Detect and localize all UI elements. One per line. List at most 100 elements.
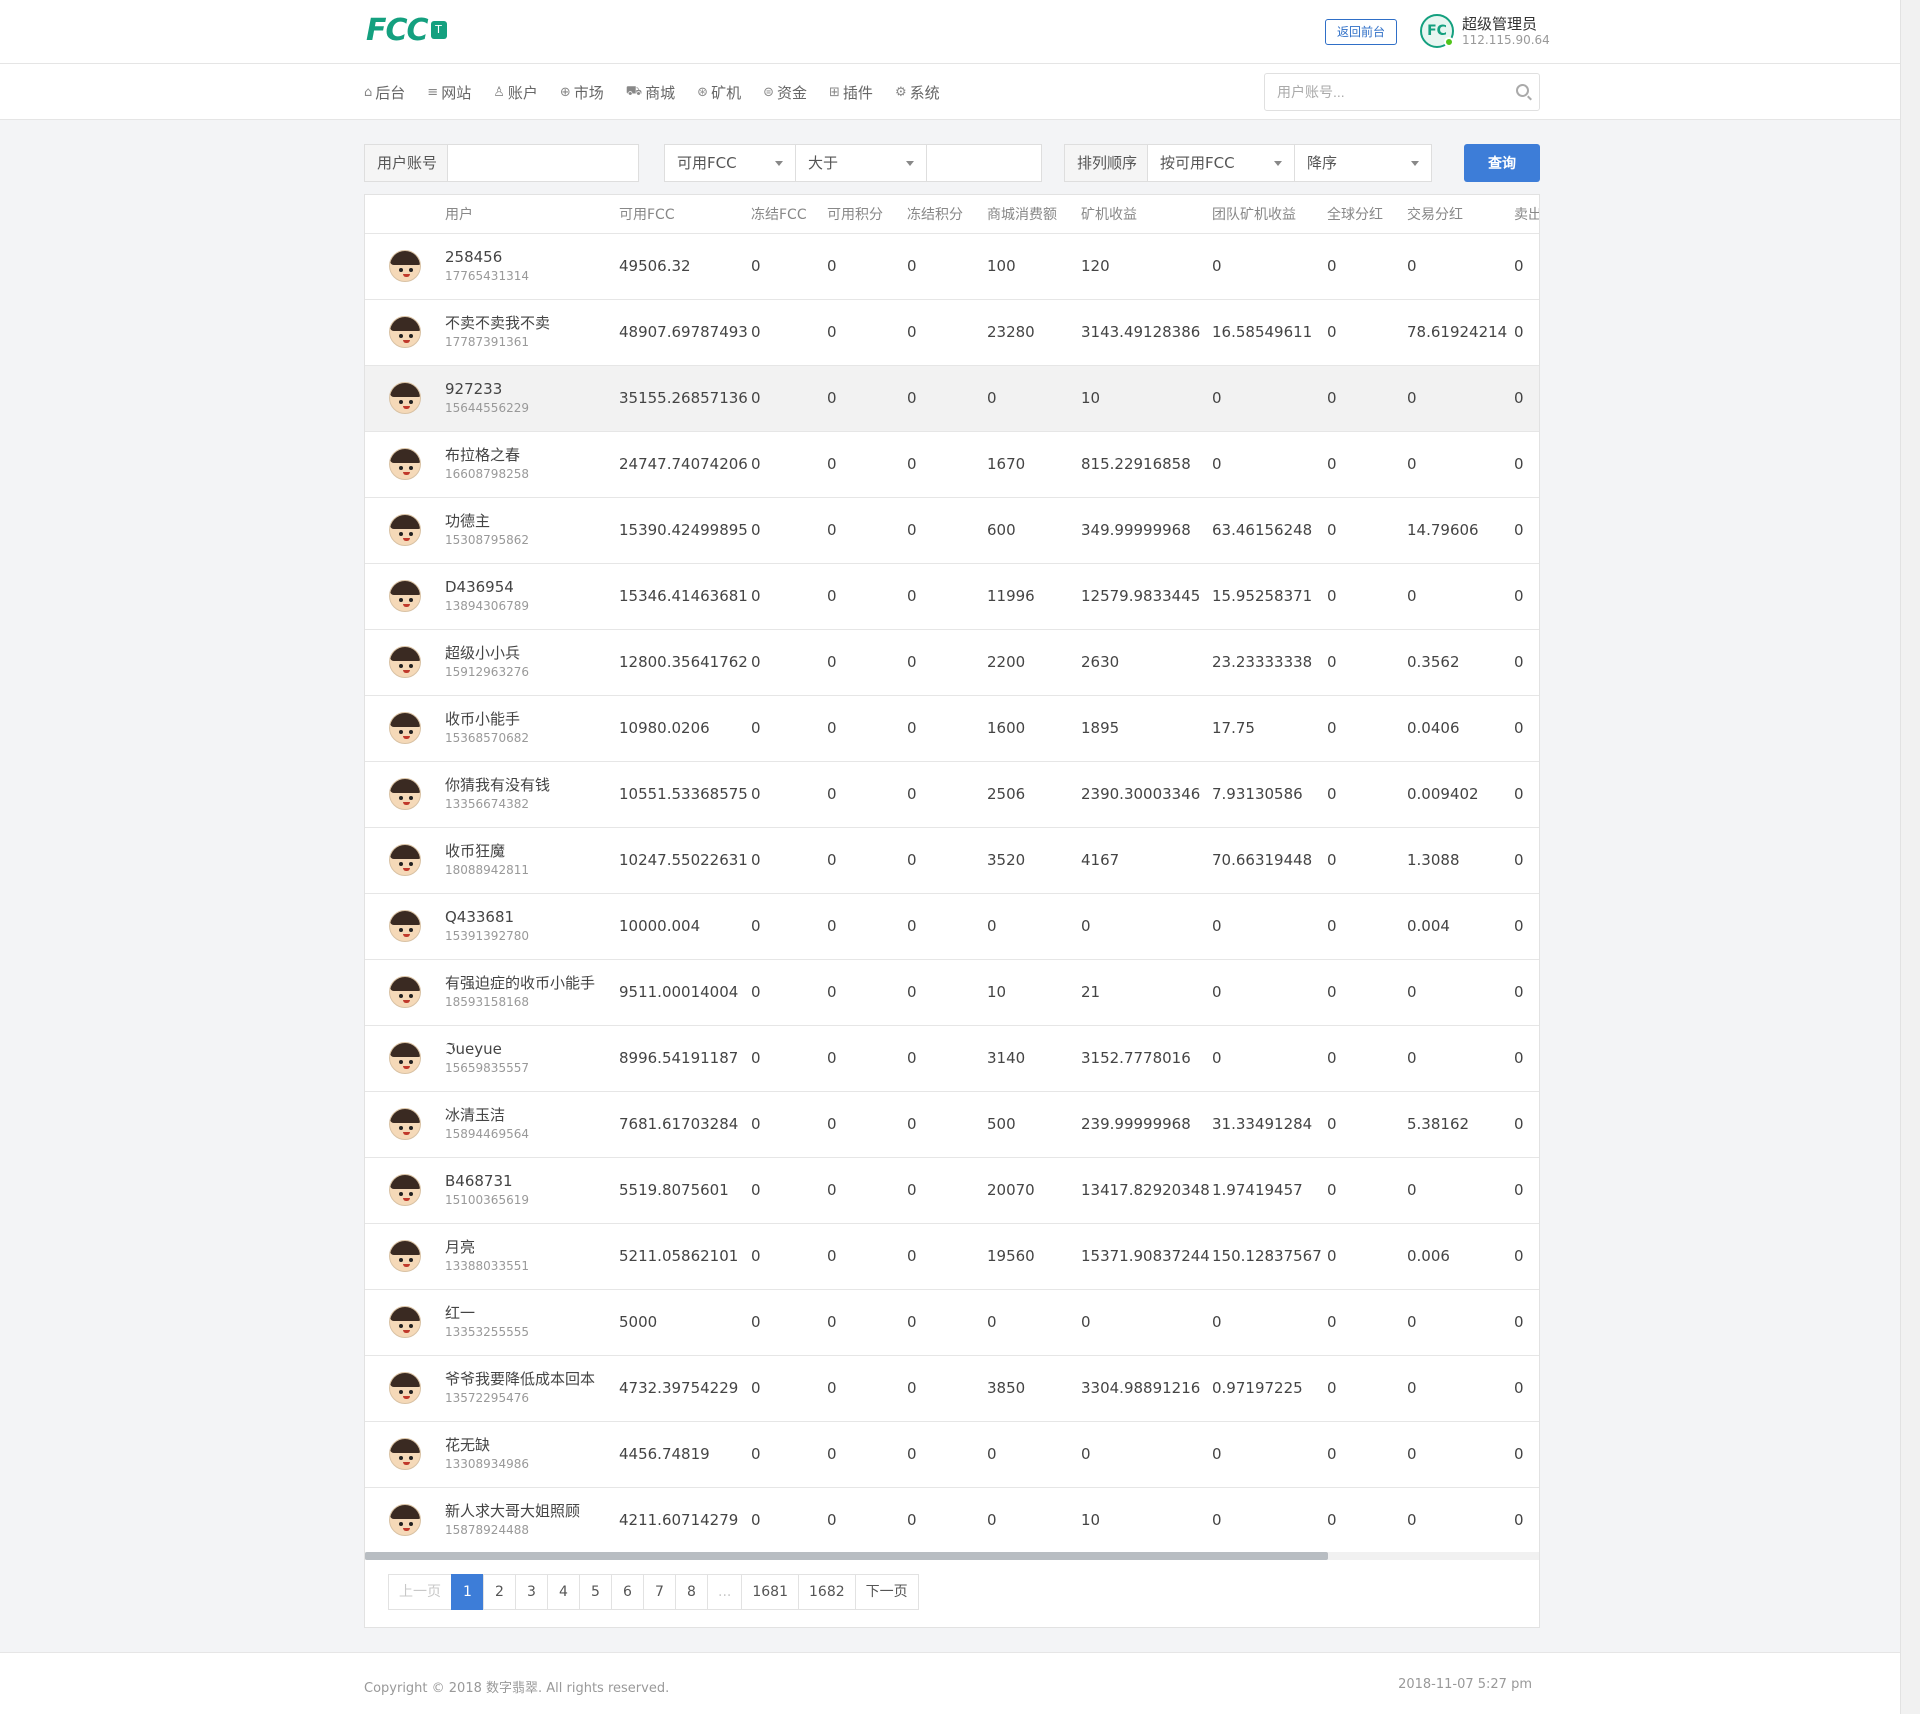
table-row[interactable]: Q433681 15391392780 10000.004 0 0 0 0 0 0 0 0.004 0 [365, 892, 1539, 959]
page-button[interactable]: 1682 [798, 1574, 856, 1610]
table-row[interactable]: B468731 15100365619 5519.8075601 0 0 0 20070 13… [365, 1156, 1539, 1223]
prev-page-button[interactable]: 上一页 [388, 1574, 452, 1610]
user-name[interactable]: Q433681 [445, 907, 619, 927]
nav-item-6[interactable]: ⊜ 资金 [763, 82, 807, 103]
user-profile[interactable]: FC 超级管理员 112.115.90.64 [1420, 14, 1550, 48]
table-row[interactable]: 红一 13353255555 5000 0 0 0 0 0 0 0 0 0 [365, 1288, 1539, 1355]
table-row[interactable]: 布拉格之春 16608798258 24747.74074206 0 0 0 1670 815… [365, 430, 1539, 497]
nav-item-0[interactable]: ⌂ 后台 [364, 82, 405, 103]
avatar[interactable]: FC [1420, 14, 1454, 48]
page-button[interactable]: 8 [675, 1574, 708, 1610]
user-name[interactable]: 不卖不卖我不卖 [445, 313, 619, 333]
column-header[interactable] [365, 195, 445, 233]
user-name[interactable]: ℑueyue [445, 1039, 619, 1059]
page-button[interactable]: 5 [579, 1574, 612, 1610]
column-header[interactable]: 可用FCC [619, 195, 751, 233]
compare-value-input[interactable] [926, 144, 1042, 182]
column-header[interactable]: 可用积分 [827, 195, 907, 233]
user-avatar-icon[interactable] [389, 1108, 421, 1140]
table-row[interactable]: 不卖不卖我不卖 17787391361 48907.69787493 0 0 0 23280… [365, 298, 1539, 365]
user-name[interactable]: 有强迫症的收币小能手 [445, 973, 619, 993]
column-header[interactable]: 冻结FCC [751, 195, 827, 233]
nav-item-2[interactable]: ♙ 账户 [493, 82, 538, 103]
user-avatar-icon[interactable] [389, 448, 421, 480]
user-name[interactable]: 布拉格之春 [445, 445, 619, 465]
user-name[interactable]: B468731 [445, 1171, 619, 1191]
field-select[interactable]: 可用FCC [664, 144, 796, 182]
back-to-front-button[interactable]: 返回前台 [1325, 19, 1397, 45]
user-name[interactable]: 你猜我有没有钱 [445, 775, 619, 795]
user-name[interactable]: 冰清玉洁 [445, 1105, 619, 1125]
page-button[interactable]: 7 [643, 1574, 676, 1610]
user-avatar-icon[interactable] [389, 316, 421, 348]
user-avatar-icon[interactable] [389, 1174, 421, 1206]
page-button[interactable]: 1 [451, 1574, 484, 1610]
user-avatar-icon[interactable] [389, 514, 421, 546]
nav-item-3[interactable]: ⊕ 市场 [560, 82, 604, 103]
table-row[interactable]: 927233 15644556229 35155.26857136 0 0 0 0 10 0 0 0… [365, 364, 1539, 431]
sort-order-select[interactable]: 降序 [1294, 144, 1432, 182]
column-header[interactable]: 用户 [445, 195, 619, 233]
table-row[interactable]: 月亮 13388033551 5211.05862101 0 0 0 19560 15371.… [365, 1222, 1539, 1289]
account-filter-input[interactable] [447, 144, 639, 182]
nav-item-4[interactable]: ⛟ 商城 [626, 82, 675, 103]
column-header[interactable]: 商城消费额 [987, 195, 1081, 233]
scrollbar-thumb[interactable] [365, 1552, 1328, 1560]
user-name[interactable]: 新人求大哥大姐照顾 [445, 1501, 619, 1521]
table-row[interactable]: D436954 13894306789 15346.41463681 0 0 0 11996… [365, 562, 1539, 629]
user-name[interactable]: 月亮 [445, 1237, 619, 1257]
user-name[interactable]: 927233 [445, 379, 619, 399]
user-avatar-icon[interactable] [389, 778, 421, 810]
user-name[interactable]: D436954 [445, 577, 619, 597]
user-avatar-icon[interactable] [389, 976, 421, 1008]
compare-select[interactable]: 大于 [795, 144, 927, 182]
column-header[interactable]: 全球分红 [1327, 195, 1407, 233]
table-row[interactable]: 你猜我有没有钱 13356674382 10551.53368575 0 0 0 2506 2… [365, 760, 1539, 827]
user-avatar-icon[interactable] [389, 910, 421, 942]
table-row[interactable]: 功德主 15308795862 15390.42499895 0 0 0 600 349.99… [365, 496, 1539, 563]
user-name[interactable]: 收币小能手 [445, 709, 619, 729]
page-button[interactable]: 4 [547, 1574, 580, 1610]
column-header[interactable]: 卖出 [1514, 195, 1539, 233]
user-avatar-icon[interactable] [389, 1504, 421, 1537]
user-name[interactable]: 红一 [445, 1303, 619, 1323]
table-row[interactable]: 花无缺 13308934986 4456.74819 0 0 0 0 0 0 0 0 0 [365, 1420, 1539, 1487]
table-row[interactable]: 爷爷我要降低成本回本 13572295476 4732.39754229 0 0 0 385… [365, 1354, 1539, 1421]
user-name[interactable]: 收币狂魔 [445, 841, 619, 861]
horizontal-scrollbar[interactable] [365, 1552, 1539, 1560]
nav-item-8[interactable]: ⚙ 系统 [895, 82, 940, 103]
column-header[interactable]: 交易分红 [1407, 195, 1514, 233]
page-button[interactable]: 2 [483, 1574, 516, 1610]
user-avatar-icon[interactable] [389, 1240, 421, 1272]
table-row[interactable]: 收币狂魔 18088942811 10247.55022631 0 0 0 3520 4167… [365, 826, 1539, 893]
table-row[interactable]: 超级小小兵 15912963276 12800.35641762 0 0 0 2200 263… [365, 628, 1539, 695]
user-avatar-icon[interactable] [389, 382, 421, 414]
user-avatar-icon[interactable] [389, 1438, 421, 1470]
user-avatar-icon[interactable] [389, 1042, 421, 1074]
sort-field-select[interactable]: 按可用FCC [1147, 144, 1295, 182]
page-button[interactable]: 3 [515, 1574, 548, 1610]
table-row[interactable]: 收币小能手 15368570682 10980.0206 0 0 0 1600 1895 17.… [365, 694, 1539, 761]
search-icon[interactable] [1516, 84, 1529, 97]
vertical-scrollbar[interactable] [1900, 0, 1920, 1714]
user-name[interactable]: 爷爷我要降低成本回本 [445, 1369, 619, 1389]
nav-item-7[interactable]: ⊞ 插件 [829, 82, 873, 103]
user-avatar-icon[interactable] [389, 580, 421, 612]
user-name[interactable]: 功德主 [445, 511, 619, 531]
nav-item-5[interactable]: ⊛ 矿机 [697, 82, 741, 103]
user-name[interactable]: 超级小小兵 [445, 643, 619, 663]
user-avatar-icon[interactable] [389, 1372, 421, 1404]
search-input[interactable] [1265, 75, 1500, 109]
table-row[interactable]: 258456 17765431314 49506.32 0 0 0 100 120 0 0 0 0 [365, 232, 1539, 299]
user-avatar-icon[interactable] [389, 844, 421, 876]
table-row[interactable]: ℑueyue 15659835557 8996.54191187 0 0 0 3140 315… [365, 1024, 1539, 1091]
fcc-logo[interactable]: FCC T [366, 13, 447, 48]
page-button[interactable]: 6 [611, 1574, 644, 1610]
user-avatar-icon[interactable] [389, 250, 421, 282]
user-avatar-icon[interactable] [389, 712, 421, 744]
table-row[interactable]: 新人求大哥大姐照顾 15878924488 4211.60714279 0 0 0 0 10 0… [365, 1486, 1539, 1553]
user-avatar-icon[interactable] [389, 1306, 421, 1338]
column-header[interactable]: 团队矿机收益 [1212, 195, 1327, 233]
table-row[interactable]: 有强迫症的收币小能手 18593158168 9511.00014004 0 0 0 10 2… [365, 958, 1539, 1025]
table-row[interactable]: 冰清玉洁 15894469564 7681.61703284 0 0 0 500 239.99… [365, 1090, 1539, 1157]
